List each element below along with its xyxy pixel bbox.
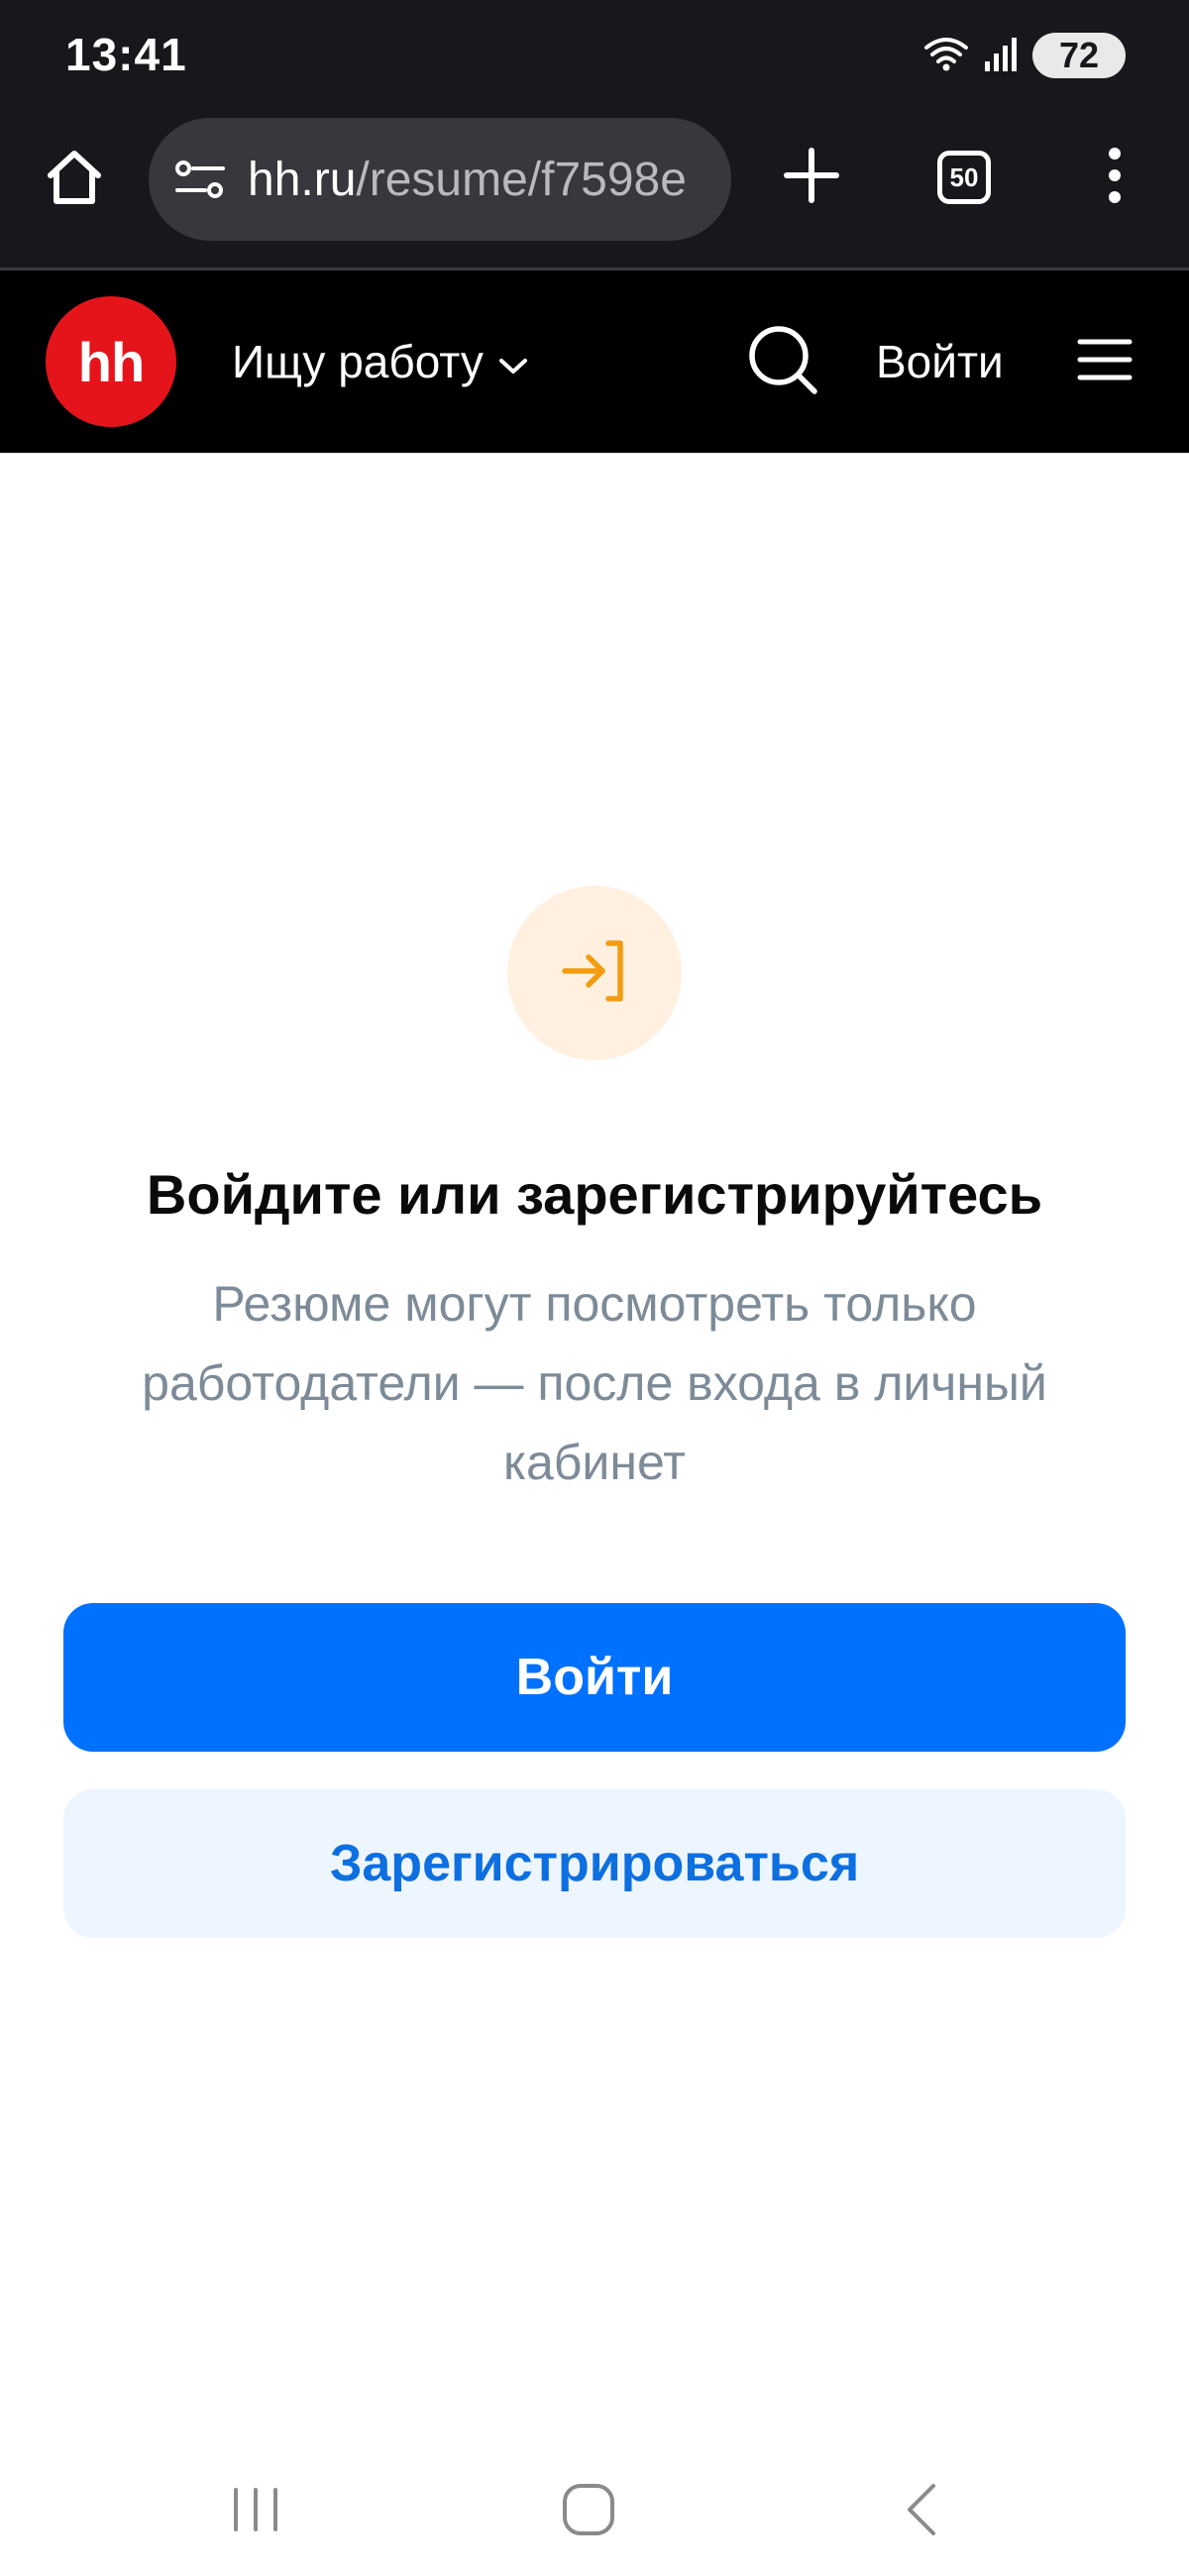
- search-icon: [745, 322, 820, 402]
- status-time: 13:41: [65, 29, 187, 80]
- chevron-down-icon: [497, 335, 529, 388]
- login-icon-circle: [507, 886, 682, 1060]
- recent-apps-button[interactable]: [218, 2477, 293, 2546]
- browser-home-button[interactable]: [40, 145, 109, 214]
- url-host: hh.ru: [248, 153, 357, 206]
- home-icon: [43, 146, 106, 214]
- new-tab-button[interactable]: [777, 143, 846, 212]
- url-path: /resume/f7598e: [356, 153, 687, 206]
- home-nav-icon: [561, 2482, 616, 2542]
- status-icons: 72: [923, 30, 1126, 81]
- status-bar: 13:41 72: [0, 0, 1189, 115]
- site-search-button[interactable]: [743, 322, 822, 401]
- address-bar[interactable]: hh.ru/resume/f7598e: [149, 118, 731, 241]
- battery-icon: 72: [1032, 33, 1126, 78]
- login-button[interactable]: Войти: [63, 1603, 1126, 1752]
- page-title: Войдите или зарегистрируйтесь: [146, 1163, 1043, 1226]
- tune-icon[interactable]: [172, 152, 228, 207]
- browser-toolbar: hh.ru/resume/f7598e 50: [0, 115, 1189, 270]
- site-menu-button[interactable]: [1074, 330, 1135, 393]
- role-selector-label: Ищу работу: [232, 336, 484, 387]
- register-button[interactable]: Зарегистрироваться: [63, 1789, 1126, 1938]
- home-nav-button[interactable]: [551, 2477, 626, 2546]
- role-selector[interactable]: Ищу работу: [232, 330, 529, 393]
- url-text: hh.ru/resume/f7598e: [248, 153, 687, 207]
- back-icon: [902, 2482, 941, 2542]
- tabs-icon[interactable]: 50: [937, 151, 991, 204]
- recent-apps-icon: [228, 2484, 283, 2540]
- android-nav-bar: [0, 2437, 1189, 2576]
- site-header: hh Ищу работу Войти: [0, 270, 1189, 453]
- signal-icon: [983, 34, 1019, 78]
- header-login-link[interactable]: Войти: [876, 330, 1004, 393]
- plus-icon: [783, 147, 840, 209]
- login-arrow-icon: [559, 935, 630, 1012]
- page-subtitle: Резюме могут посмотреть только работодат…: [142, 1276, 1047, 1490]
- back-button[interactable]: [884, 2477, 959, 2546]
- hh-logo[interactable]: hh: [46, 296, 176, 427]
- more-vert-icon: [1105, 146, 1125, 210]
- browser-menu-button[interactable]: [1090, 143, 1139, 212]
- wifi-icon: [923, 34, 969, 78]
- hamburger-menu-icon: [1076, 337, 1134, 387]
